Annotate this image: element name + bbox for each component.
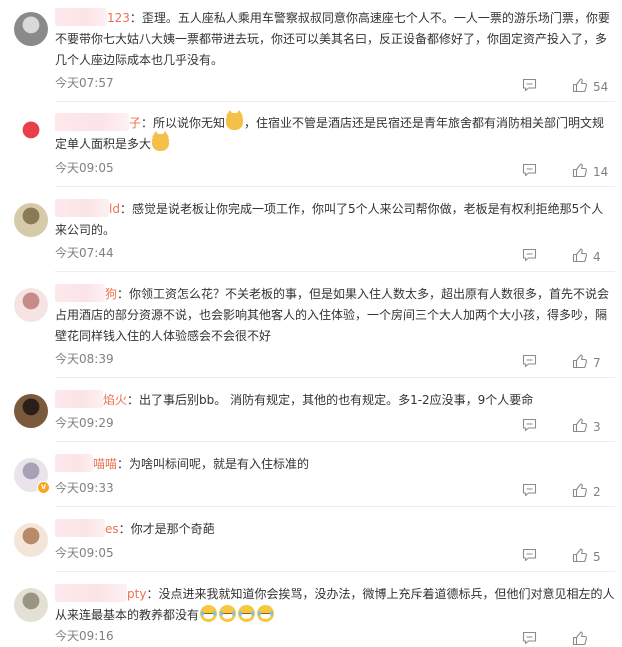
comment-body: ：感觉是说老板让你完成一项工作，你叫了5个人来公司帮你做，老板是有权利拒绝那5个…: [55, 202, 604, 237]
comment-icon[interactable]: [522, 248, 537, 265]
divider: [55, 186, 615, 187]
comment-body: ：歪理。五人座私人乘用车警察叔叔同意你高速座七个人不。一人一票的游乐场门票，你要…: [55, 11, 610, 67]
comment-time: 今天08:39: [55, 352, 114, 366]
comment-time: 今天09:05: [55, 161, 114, 175]
comment-icon[interactable]: [522, 163, 537, 180]
comment-time: 今天09:05: [55, 546, 114, 560]
avatar-image: [14, 117, 48, 151]
divider: [55, 506, 615, 507]
username-redacted: [55, 113, 129, 131]
comment-text: 子：所以说你无知 ，住宿业不管是酒店还是民宿还是青年旅舍都有消防相关部门明文规定单…: [55, 110, 615, 155]
avatar[interactable]: [14, 588, 48, 622]
like-count: 2: [593, 485, 601, 499]
avatar-image: [14, 203, 48, 237]
comment-actions: 5: [500, 548, 615, 568]
username-link[interactable]: 狗: [105, 287, 117, 301]
comment-icon[interactable]: [522, 483, 537, 500]
laugh-emoji-icon: [238, 605, 256, 622]
username-link[interactable]: 焰火: [103, 393, 127, 407]
comment-text: ld：感觉是说老板让你完成一项工作，你叫了5个人来公司帮你做，老板是有权利拒绝那…: [55, 199, 615, 241]
avatar-image: [14, 588, 48, 622]
username-link[interactable]: es: [105, 522, 119, 536]
comment-actions: 7: [500, 354, 615, 374]
username-redacted: [55, 199, 109, 217]
like-count: 3: [593, 420, 601, 434]
comment-text: 喵喵：为啥叫标间呢，就是有入住标准的: [55, 454, 615, 475]
avatar[interactable]: [14, 523, 48, 557]
username-redacted: [55, 284, 105, 302]
comment-body: ：你领工资怎么花？不关老板的事，但是如果入住人数太多，超出原有人数很多，首先不说…: [55, 287, 610, 343]
comment-time: 今天07:57: [55, 76, 114, 90]
divider: [55, 441, 615, 442]
avatar[interactable]: [14, 117, 48, 151]
comment-icon[interactable]: [522, 78, 537, 95]
comment-body: ：出了事后别bb。 消防有规定，其他的也有规定。多1-2应没事，9个人要命: [127, 393, 534, 407]
like-count: 5: [593, 550, 601, 564]
thumbs-up-icon[interactable]: [572, 418, 588, 436]
comment-text: 狗：你领工资怎么花？不关老板的事，但是如果入住人数太多，超出原有人数很多，首先不…: [55, 284, 615, 347]
comment-text: pty：没点进来我就知道你会挨骂，没办法，微博上充斥着道德标兵，但他们对意见相左…: [55, 584, 615, 626]
divider: [55, 571, 615, 572]
comment-actions: 4: [500, 248, 615, 268]
comment-text: 123：歪理。五人座私人乘用车警察叔叔同意你高速座七个人不。一人一票的游乐场门票…: [55, 8, 615, 71]
avatar[interactable]: [14, 394, 48, 428]
thumbs-up-icon[interactable]: [572, 248, 588, 266]
laugh-emoji-icon: [257, 605, 275, 622]
username-link[interactable]: 喵喵: [93, 457, 117, 471]
thumbs-up-icon[interactable]: [572, 354, 588, 372]
username-redacted: [55, 8, 107, 26]
username-redacted: [55, 390, 103, 408]
comment-actions: 2: [500, 483, 615, 503]
divider: [55, 101, 615, 102]
like-count: 4: [593, 250, 601, 264]
cat-emoji-icon: [226, 110, 244, 130]
comment-text: 焰火：出了事后别bb。 消防有规定，其他的也有规定。多1-2应没事，9个人要命: [55, 390, 615, 411]
username-link[interactable]: 子: [129, 116, 141, 130]
like-count: 14: [593, 165, 609, 179]
comment-body: ：为啥叫标间呢，就是有入住标准的: [117, 457, 310, 471]
thumbs-up-icon[interactable]: [572, 163, 588, 181]
avatar-image: [14, 288, 48, 322]
avatar-image: [14, 12, 48, 46]
comment-icon[interactable]: [522, 354, 537, 371]
cat-emoji-icon: [152, 131, 170, 151]
comment-body: ：所以说你无知: [141, 116, 226, 130]
comment-body: ：你才是那个奇葩: [118, 522, 215, 536]
comment-actions: [500, 631, 615, 647]
username-link[interactable]: ld: [109, 202, 120, 216]
laugh-emoji-icon: [200, 605, 218, 622]
comment-icon[interactable]: [522, 548, 537, 565]
comment-actions: 14: [500, 163, 615, 183]
laugh-emoji-icon: [219, 605, 237, 622]
avatar[interactable]: v: [14, 458, 50, 494]
verified-badge-icon: v: [37, 481, 50, 494]
avatar[interactable]: [14, 288, 48, 322]
username-redacted: [55, 584, 127, 602]
thumbs-up-icon[interactable]: [572, 631, 588, 647]
avatar[interactable]: [14, 12, 48, 46]
divider: [55, 271, 615, 272]
username-redacted: [55, 519, 105, 537]
avatar[interactable]: [14, 203, 48, 237]
like-count: 7: [593, 356, 601, 370]
comment-icon[interactable]: [522, 418, 537, 435]
username-link[interactable]: pty: [127, 587, 146, 601]
divider: [55, 377, 615, 378]
username-redacted: [55, 454, 93, 472]
username-link[interactable]: 123: [107, 11, 130, 25]
avatar-image: [14, 523, 48, 557]
thumbs-up-icon[interactable]: [572, 548, 588, 566]
comment-time: 今天09:33: [55, 481, 114, 495]
thumbs-up-icon[interactable]: [572, 483, 588, 501]
avatar-image: [14, 394, 48, 428]
comment-icon[interactable]: [522, 631, 537, 647]
thumbs-up-icon[interactable]: [572, 78, 588, 96]
comment-time: 今天07:44: [55, 246, 114, 260]
comment-text: es：你才是那个奇葩: [55, 519, 615, 540]
comment-time: 今天09:29: [55, 416, 114, 430]
comment-actions: 3: [500, 418, 615, 438]
comment-time: 今天09:16: [55, 629, 114, 643]
comment-actions: 54: [500, 78, 615, 98]
like-count: 54: [593, 80, 609, 94]
